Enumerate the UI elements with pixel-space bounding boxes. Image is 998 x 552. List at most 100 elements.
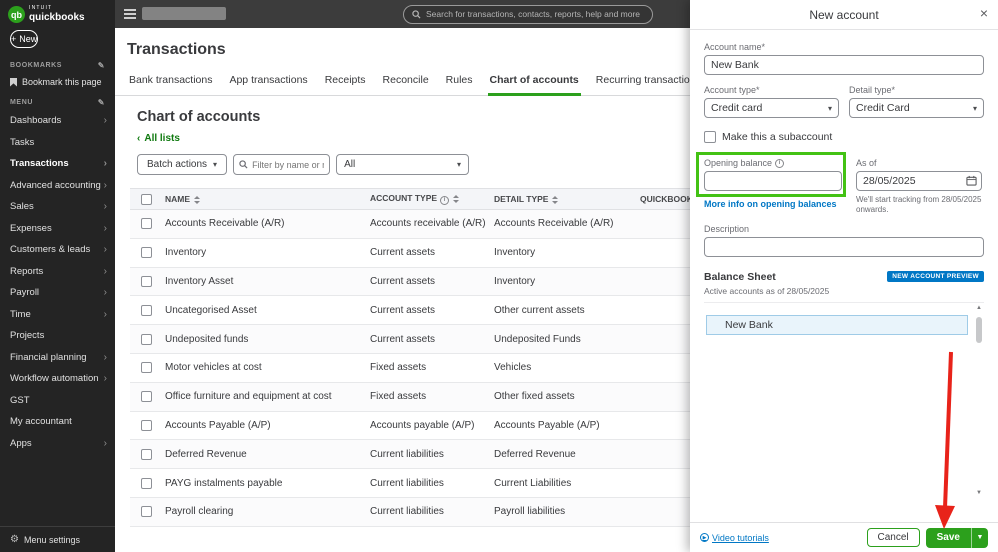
scroll-down-icon[interactable]: ▼	[976, 490, 982, 496]
row-checkbox[interactable]	[141, 276, 152, 287]
save-dropdown-button[interactable]: ▼	[971, 528, 988, 548]
row-checkbox[interactable]	[141, 420, 152, 431]
calendar-icon[interactable]	[966, 175, 977, 186]
table-row[interactable]: PAYG instalments payableCurrent liabilit…	[130, 469, 690, 498]
sort-icon[interactable]	[194, 196, 200, 204]
table-row[interactable]: Motor vehicles at costFixed assetsVehicl…	[130, 354, 690, 383]
panel-title: New account	[809, 8, 878, 22]
account-name-field[interactable]	[704, 55, 984, 75]
scrollbar-thumb[interactable]	[976, 317, 982, 343]
sidebar-item-dashboards[interactable]: Dashboards›	[0, 110, 115, 132]
account-type-value: Credit card	[711, 102, 762, 114]
table-row[interactable]: Inventory AssetCurrent assetsInventory	[130, 268, 690, 297]
cell-account-type: Current liabilities	[370, 506, 494, 517]
subaccount-checkbox-row[interactable]: Make this a subaccount	[704, 131, 984, 143]
info-icon[interactable]: i	[775, 159, 784, 168]
row-checkbox[interactable]	[141, 391, 152, 402]
bookmark-this-page[interactable]: Bookmark this page	[0, 73, 115, 92]
edit-bookmarks-icon[interactable]: ✎	[98, 61, 105, 70]
accounts-table: NAME ACCOUNT TYPEi DETAIL TYPE QUICKBOOK…	[130, 188, 690, 527]
cancel-button[interactable]: Cancel	[867, 528, 920, 547]
video-tutorials-link[interactable]: ▶ Video tutorials	[700, 533, 769, 543]
menu-settings[interactable]: ⚙ Menu settings	[0, 526, 115, 552]
row-checkbox[interactable]	[141, 305, 152, 316]
preview-item-new-bank[interactable]: New Bank	[706, 315, 968, 335]
sidebar-item-my-accountant[interactable]: My accountant	[0, 411, 115, 433]
row-checkbox[interactable]	[141, 334, 152, 345]
tab-app-transactions[interactable]: App transactions	[227, 70, 309, 96]
as-of-date-field[interactable]	[856, 171, 982, 191]
tab-chart-of-accounts[interactable]: Chart of accounts	[488, 70, 581, 96]
table-row[interactable]: Payroll clearingCurrent liabilitiesPayro…	[130, 498, 690, 527]
table-row[interactable]: Accounts Payable (A/P)Accounts payable (…	[130, 412, 690, 441]
all-lists-label: All lists	[144, 133, 180, 144]
tab-recurring-transactions[interactable]: Recurring transactions	[594, 70, 690, 96]
description-field[interactable]	[704, 237, 984, 257]
info-icon[interactable]: i	[440, 196, 449, 205]
type-filter-select[interactable]: All ▾	[336, 154, 469, 175]
subaccount-checkbox[interactable]	[704, 131, 716, 143]
tab-reconcile[interactable]: Reconcile	[381, 70, 431, 96]
header-detail-type[interactable]: DETAIL TYPE	[494, 194, 640, 204]
page-title: Transactions	[127, 41, 690, 59]
sidebar-item-transactions[interactable]: Transactions›	[0, 153, 115, 175]
account-type-select[interactable]: Credit card ▾	[704, 98, 839, 118]
sidebar-item-reports[interactable]: Reports›	[0, 261, 115, 283]
sidebar-item-sales[interactable]: Sales›	[0, 196, 115, 218]
tab-receipts[interactable]: Receipts	[323, 70, 368, 96]
header-account-type[interactable]: ACCOUNT TYPEi	[370, 193, 494, 205]
description-label: Description	[704, 224, 984, 234]
row-checkbox[interactable]	[141, 247, 152, 258]
sidebar-item-label: Advanced accounting	[10, 180, 101, 191]
sidebar-item-customers-leads[interactable]: Customers & leads›	[0, 239, 115, 261]
all-lists-link[interactable]: ‹ All lists	[137, 133, 180, 144]
global-search[interactable]	[403, 5, 653, 24]
row-checkbox[interactable]	[141, 478, 152, 489]
table-row[interactable]: Uncategorised AssetCurrent assetsOther c…	[130, 296, 690, 325]
cell-detail-type: Vehicles	[494, 362, 640, 373]
global-search-input[interactable]	[426, 9, 644, 19]
filter-input[interactable]	[252, 160, 324, 170]
close-icon[interactable]: ×	[980, 6, 988, 20]
filter-input-wrap[interactable]	[233, 154, 330, 175]
edit-menu-icon[interactable]: ✎	[98, 98, 105, 107]
sidebar-item-financial-planning[interactable]: Financial planning›	[0, 347, 115, 369]
more-info-link[interactable]: More info on opening balances	[704, 199, 842, 209]
sidebar-item-advanced-accounting[interactable]: Advanced accounting›	[0, 175, 115, 197]
row-checkbox[interactable]	[141, 218, 152, 229]
table-row[interactable]: InventoryCurrent assetsInventory	[130, 239, 690, 268]
header-quickbooks-balance[interactable]: QUICKBOOKS BALANCE	[640, 194, 690, 204]
sidebar-item-workflow-automation[interactable]: Workflow automation›	[0, 368, 115, 390]
tab-bank-transactions[interactable]: Bank transactions	[127, 70, 214, 96]
table-row[interactable]: Deferred RevenueCurrent liabilitiesDefer…	[130, 440, 690, 469]
sort-icon[interactable]	[453, 195, 459, 203]
select-all-checkbox[interactable]	[141, 194, 152, 205]
sort-icon[interactable]	[552, 196, 558, 204]
new-button[interactable]: + New	[10, 30, 38, 48]
table-row[interactable]: Office furniture and equipment at costFi…	[130, 383, 690, 412]
tab-rules[interactable]: Rules	[444, 70, 475, 96]
row-checkbox[interactable]	[141, 449, 152, 460]
header-name[interactable]: NAME	[162, 194, 370, 204]
scroll-up-icon[interactable]: ▲	[976, 305, 982, 311]
bookmark-icon	[10, 78, 17, 87]
detail-type-select[interactable]: Credit Card ▾	[849, 98, 984, 118]
quickbooks-logo[interactable]: qb INTUIT quickbooks	[0, 0, 115, 26]
save-button[interactable]: Save	[926, 528, 971, 548]
sidebar-item-time[interactable]: Time›	[0, 304, 115, 326]
table-row[interactable]: Undeposited fundsCurrent assetsUndeposit…	[130, 325, 690, 354]
hamburger-icon[interactable]	[124, 9, 136, 21]
row-checkbox[interactable]	[141, 506, 152, 517]
sidebar-item-apps[interactable]: Apps›	[0, 433, 115, 455]
sidebar-item-expenses[interactable]: Expenses›	[0, 218, 115, 240]
sidebar-item-payroll[interactable]: Payroll›	[0, 282, 115, 304]
cell-detail-type: Other fixed assets	[494, 391, 640, 402]
table-row[interactable]: Accounts Receivable (A/R)Accounts receiv…	[130, 210, 690, 239]
main-content: Transactions Bank transactions App trans…	[115, 28, 690, 552]
row-checkbox[interactable]	[141, 362, 152, 373]
batch-actions-button[interactable]: Batch actions ▾	[137, 154, 227, 175]
opening-balance-field[interactable]	[704, 171, 842, 191]
sidebar-item-tasks[interactable]: Tasks	[0, 132, 115, 154]
sidebar-item-gst[interactable]: GST	[0, 390, 115, 412]
sidebar-item-projects[interactable]: Projects	[0, 325, 115, 347]
